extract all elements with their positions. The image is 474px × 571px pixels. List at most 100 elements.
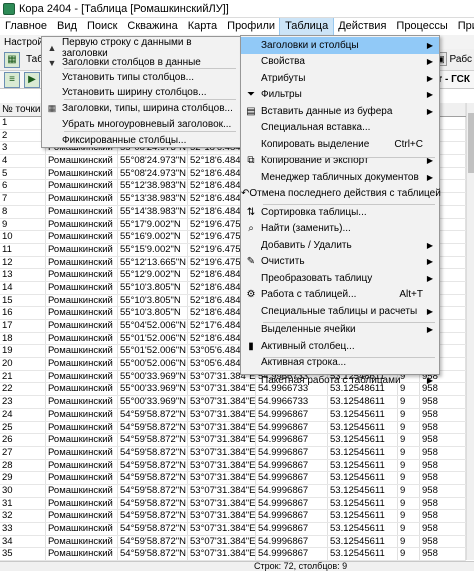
table-cell[interactable]: 55°10'3.805"N (118, 281, 188, 294)
table-cell[interactable]: 53.12545611 (328, 408, 398, 421)
dropdown-item[interactable]: Свойства ▶ (241, 53, 439, 70)
table-cell[interactable]: 5 (0, 167, 46, 180)
dropdown-item[interactable]: ⚙ Работа с таблицей... Alt+T (241, 286, 439, 303)
table-cell[interactable]: 53.12545611 (328, 446, 398, 459)
dropdown-item[interactable]: Менеджер табличных документов ▶ (241, 169, 439, 186)
vertical-scrollbar[interactable] (466, 103, 474, 560)
table-cell[interactable]: 9 (398, 472, 420, 484)
table-cell[interactable]: 4 (0, 155, 46, 167)
grid-icon[interactable]: ▦ (4, 51, 20, 68)
table-cell[interactable]: 55°12'9.002"N (118, 269, 188, 281)
table-cell[interactable]: 35 (0, 548, 46, 561)
dropdown-item[interactable]: ↶ Отмена последнего действия с таблицей (241, 185, 441, 202)
table-cell[interactable]: 54°59'58.872"N (118, 408, 188, 421)
table-cell[interactable]: 32 (0, 510, 46, 522)
menu-item-5[interactable]: Профили (222, 18, 280, 35)
table-cell[interactable]: 54.9996867 (256, 472, 328, 484)
table-cell[interactable]: 55°13'38.983"N (118, 193, 188, 205)
table-cell[interactable]: 958 (420, 459, 466, 472)
table-cell[interactable]: 55°00'33.969"N (118, 370, 188, 383)
dropdown-item[interactable]: Преобразовать таблицу ▶ (241, 270, 439, 287)
table-cell[interactable]: 9 (0, 218, 46, 231)
table-cell[interactable]: 8 (0, 205, 46, 218)
table-cell[interactable]: 1 (0, 117, 46, 129)
menu-item-3[interactable]: Скважина (122, 18, 182, 35)
table-cell[interactable]: 14 (0, 281, 46, 294)
submenu-item[interactable]: Установить ширину столбцов... (42, 85, 240, 100)
table-tool-icon[interactable]: ≡ (4, 71, 20, 88)
table-cell[interactable]: 16 (0, 307, 46, 319)
table-cell[interactable]: 54.9996867 (256, 523, 328, 535)
table-cell[interactable]: 54.9996867 (256, 408, 328, 421)
table-cell[interactable]: 54°59'58.872"N (118, 421, 188, 434)
table-cell[interactable]: 55°17'9.002"N (118, 218, 188, 231)
table-cell[interactable]: 27 (0, 446, 46, 459)
table-cell[interactable]: 30 (0, 484, 46, 497)
dropdown-item[interactable]: Специальная вставка... (241, 119, 439, 136)
table-cell[interactable]: 54.9996867 (256, 421, 328, 434)
table-cell[interactable]: Ромашкинский (46, 180, 118, 193)
table-cell[interactable]: 53°07'31.384"E (188, 459, 256, 472)
table-cell[interactable]: Ромашкинский (46, 256, 118, 269)
dropdown-item[interactable]: ⌕ Найти (заменить)... (241, 220, 439, 237)
table-cell[interactable]: 26 (0, 434, 46, 446)
table-cell[interactable]: 958 (420, 510, 466, 522)
table-cell[interactable]: 53.12545611 (328, 434, 398, 446)
table-cell[interactable]: Ромашкинский (46, 459, 118, 472)
table-cell[interactable]: 53.12545611 (328, 535, 398, 548)
table-cell[interactable]: 53.12545611 (328, 459, 398, 472)
dropdown-item[interactable]: Пакетная работа с таблицами ▶ (241, 372, 439, 389)
menu-item-7[interactable]: Действия (333, 18, 391, 35)
table-cell[interactable]: 53°07'31.384"E (188, 523, 256, 535)
table-cell[interactable]: Ромашкинский (46, 370, 118, 383)
table-cell[interactable]: 55°04'52.006"N (118, 320, 188, 332)
menu-item-9[interactable]: Приложения (453, 18, 474, 35)
table-cell[interactable]: 53.12545611 (328, 510, 398, 522)
table-cell[interactable]: 6 (0, 180, 46, 193)
table-row[interactable]: 28 Ромашкинский 54°59'58.872"N 53°07'31.384… (0, 459, 466, 473)
table-cell[interactable]: 55°10'3.805"N (118, 307, 188, 319)
table-cell[interactable]: 54.9996867 (256, 484, 328, 497)
table-cell[interactable]: 54.9966733 (256, 396, 328, 408)
table-cell[interactable]: 53°07'31.384"E (188, 434, 256, 446)
table-row[interactable]: 24 Ромашкинский 54°59'58.872"N 53°07'31.384… (0, 408, 466, 422)
table-cell[interactable]: 55°00'33.969"N (118, 383, 188, 396)
menu-item-4[interactable]: Карта (183, 18, 222, 35)
dropdown-item[interactable]: ⇅ Сортировка таблицы... (241, 204, 439, 221)
table-cell[interactable]: 54°59'58.872"N (118, 497, 188, 510)
table-cell[interactable]: Ромашкинский (46, 205, 118, 218)
menu-item-8[interactable]: Процессы (391, 18, 452, 35)
table-cell[interactable]: 28 (0, 459, 46, 472)
table-cell[interactable]: 958 (420, 523, 466, 535)
table-cell[interactable]: 12 (0, 256, 46, 269)
table-cell[interactable]: 54.9996867 (256, 510, 328, 522)
table-cell[interactable]: 33 (0, 523, 46, 535)
table-cell[interactable]: Ромашкинский (46, 510, 118, 522)
table-cell[interactable]: 54°59'58.872"N (118, 472, 188, 484)
table-cell[interactable]: 19 (0, 345, 46, 358)
table-cell[interactable]: 34 (0, 535, 46, 548)
column-header[interactable]: № точки (0, 103, 46, 116)
dropdown-item[interactable]: ⏷ Фильтры ▶ (241, 86, 439, 103)
table-cell[interactable]: 53°07'31.384"E (188, 421, 256, 434)
table-row[interactable]: 29 Ромашкинский 54°59'58.872"N 53°07'31.384… (0, 472, 466, 485)
table-cell[interactable]: Ромашкинский (46, 446, 118, 459)
table-cell[interactable]: 53.12545611 (328, 484, 398, 497)
table-cell[interactable]: 9 (398, 497, 420, 510)
table-row[interactable]: 30 Ромашкинский 54°59'58.872"N 53°07'31.384… (0, 484, 466, 498)
dropdown-item[interactable]: Выделенные ячейки ▶ (241, 321, 439, 338)
table-cell[interactable]: 53.12545611 (328, 523, 398, 535)
dropdown-item[interactable]: ▤ Вставить данные из буфера ▶ (241, 103, 439, 120)
table-cell[interactable]: 53°07'31.384"E (188, 408, 256, 421)
table-cell[interactable]: 9 (398, 484, 420, 497)
table-cell[interactable]: 53.12545611 (328, 421, 398, 434)
table-cell[interactable]: Ромашкинский (46, 497, 118, 510)
table-cell[interactable]: 29 (0, 472, 46, 484)
table-cell[interactable]: 53°07'31.384"E (188, 548, 256, 561)
table-cell[interactable]: 2 (0, 129, 46, 142)
table-cell[interactable]: 55°14'38.983"N (118, 205, 188, 218)
table-cell[interactable]: 55°12'38.983"N (118, 180, 188, 193)
menu-item-0[interactable]: Главное (0, 18, 52, 35)
table-cell[interactable]: Ромашкинский (46, 281, 118, 294)
table-cell[interactable]: 53.12545611 (328, 497, 398, 510)
